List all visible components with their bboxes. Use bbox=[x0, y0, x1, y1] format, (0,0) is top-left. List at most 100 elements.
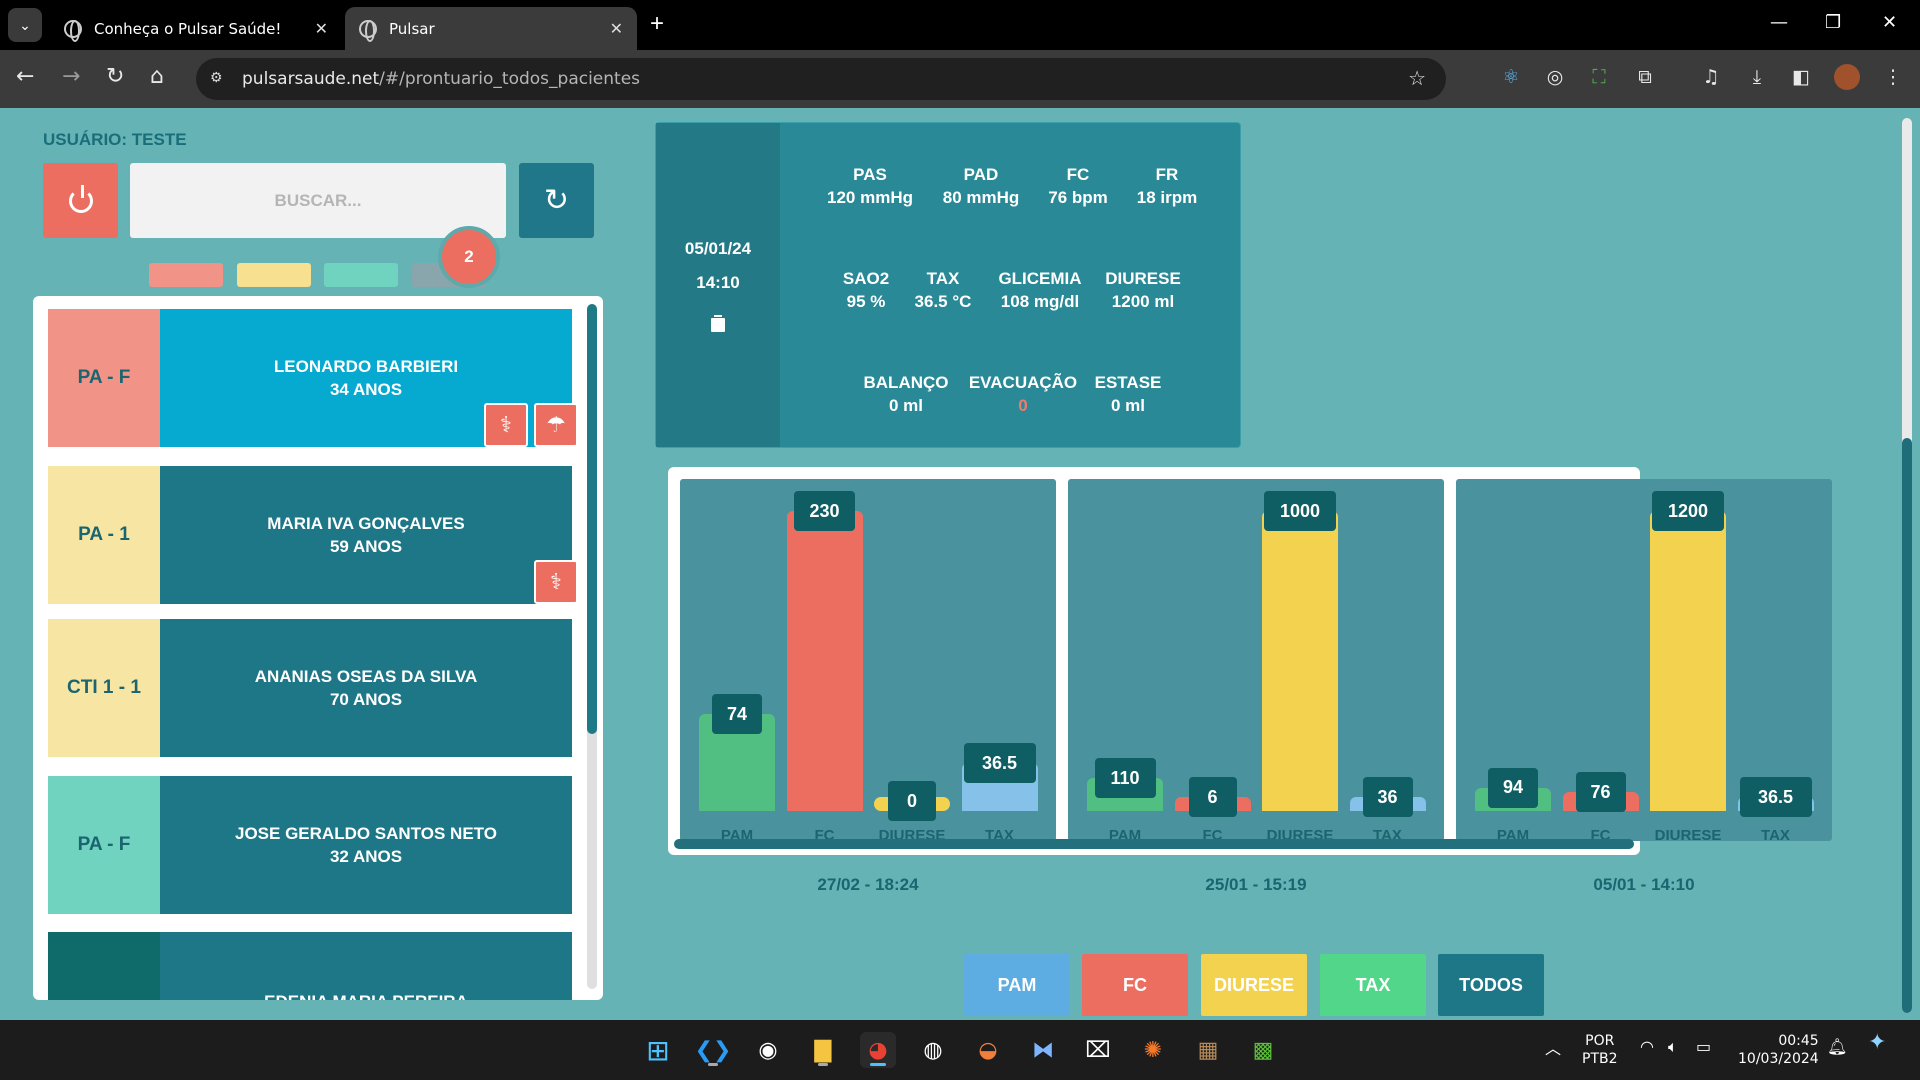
logout-button[interactable] bbox=[43, 163, 118, 238]
capcut-icon[interactable]: ⌧ bbox=[1080, 1032, 1116, 1068]
data-label: 110 bbox=[1094, 758, 1156, 798]
vscode-icon[interactable]: ❮❯ bbox=[695, 1032, 731, 1068]
reload-icon[interactable]: ↻ bbox=[106, 64, 124, 89]
app-icon[interactable]: ◒ bbox=[970, 1032, 1006, 1068]
new-tab-button[interactable]: + bbox=[650, 10, 664, 38]
github-icon[interactable]: ◉ bbox=[750, 1032, 786, 1068]
close-tab-icon[interactable]: ✕ bbox=[610, 19, 623, 38]
wifi-icon[interactable]: ◠ bbox=[1640, 1038, 1654, 1056]
windows-start-icon[interactable]: ⊞ bbox=[640, 1032, 676, 1068]
home-icon[interactable]: ⌂ bbox=[150, 64, 164, 89]
vital-value: 108 mg/dl bbox=[1000, 292, 1080, 311]
bar-fc[interactable] bbox=[786, 511, 863, 811]
download-icon[interactable]: ⤓ bbox=[1744, 64, 1770, 90]
language-indicator[interactable]: POR PTB2 bbox=[1582, 1032, 1618, 1068]
browser-toolbar: ← → ↻ ⌂ ⚙ pulsarsaude.net/#/prontuario_t… bbox=[0, 50, 1920, 108]
close-tab-icon[interactable]: ✕ bbox=[315, 19, 328, 38]
globe-icon bbox=[359, 19, 377, 42]
blender-icon[interactable]: ✺ bbox=[1135, 1032, 1171, 1068]
vital-value: 0 ml bbox=[888, 396, 924, 415]
volume-icon[interactable]: 🔈︎ bbox=[1668, 1038, 1678, 1056]
patient-card[interactable]: PA - 1 MARIA IVA GONÇALVES 59 ANOS ⚕ bbox=[48, 466, 578, 604]
filter-chip[interactable] bbox=[149, 263, 223, 287]
forward-icon[interactable]: → bbox=[62, 64, 80, 89]
browser-menu-icon[interactable]: ⋮ bbox=[1880, 64, 1906, 90]
search-input[interactable] bbox=[130, 163, 506, 238]
file-explorer-icon[interactable]: ▇ bbox=[805, 1032, 841, 1068]
patient-location bbox=[48, 932, 160, 1000]
browser-tab-1[interactable]: Conheça o Pulsar Saúde! ✕ bbox=[50, 7, 342, 50]
screenshot-extension-icon[interactable]: ⛶ bbox=[1586, 64, 1612, 90]
filter-button-fc[interactable]: FC bbox=[1082, 954, 1188, 1016]
filter-button-pam[interactable]: PAM bbox=[964, 954, 1070, 1016]
data-label: 94 bbox=[1488, 767, 1538, 808]
site-info-icon[interactable]: ⚙ bbox=[210, 69, 230, 89]
patient-name: ANANIAS OSEAS DA SILVA bbox=[254, 667, 478, 686]
bookmark-star-icon[interactable]: ☆ bbox=[1408, 66, 1426, 91]
hand-wash-icon[interactable]: ☂ bbox=[534, 403, 578, 447]
filter-button-todos[interactable]: TODOS bbox=[1438, 954, 1544, 1016]
creeper-icon[interactable]: ▩ bbox=[1245, 1032, 1281, 1068]
media-control-icon[interactable]: ♫ bbox=[1698, 64, 1724, 90]
chart-panel: 110 PAM 6 FC 1000 DIURESE 36 TAX 25/01 - 15:19 bbox=[1068, 479, 1444, 894]
patient-info: ANANIAS OSEAS DA SILVA 70 ANOS bbox=[160, 619, 572, 757]
obs-icon[interactable]: ◍ bbox=[915, 1032, 951, 1068]
react-devtools-icon[interactable]: ⚛ bbox=[1498, 64, 1524, 90]
side-panel-icon[interactable]: ◧ bbox=[1788, 64, 1814, 90]
chart-panel: 74 PAM 230 FC 0 DIURESE 36.5 TAX 27/02 - 18:24 bbox=[680, 479, 1056, 894]
page-scrollbar[interactable] bbox=[1902, 118, 1912, 1013]
minecraft-launcher-icon[interactable]: ▦ bbox=[1190, 1032, 1226, 1068]
stethoscope-icon[interactable]: ⚕ bbox=[484, 403, 528, 447]
charts-scrollbar[interactable] bbox=[674, 839, 1634, 849]
x-tick-label: DIURESE bbox=[1654, 827, 1722, 844]
notification-bell-icon[interactable]: 🔔︎ bbox=[1827, 1038, 1847, 1056]
restore-icon[interactable]: ❐ bbox=[1825, 12, 1841, 33]
patient-card[interactable]: EDENIA MARIA PEREIRA bbox=[48, 932, 572, 1000]
vital-label: PAS bbox=[853, 165, 887, 184]
chart-date-label: 25/01 - 15:19 bbox=[1205, 875, 1307, 894]
patient-name: JOSE GERALDO SANTOS NETO bbox=[235, 824, 497, 843]
clock[interactable]: 00:45 10/03/2024 bbox=[1738, 1032, 1819, 1068]
vital-sign: FR 18 irpm bbox=[1137, 163, 1197, 209]
tab-search-button[interactable]: ⌄ bbox=[8, 8, 42, 42]
notification-badge[interactable]: 2 bbox=[438, 226, 500, 288]
visual-studio-icon[interactable]: ⧓ bbox=[1025, 1032, 1061, 1068]
chrome-icon[interactable]: ◕ bbox=[860, 1032, 896, 1068]
extensions-puzzle-icon[interactable]: ⧉ bbox=[1632, 64, 1658, 90]
vital-sign: DIURESE 1200 ml bbox=[1105, 267, 1181, 313]
filter-chip[interactable] bbox=[237, 263, 311, 287]
vital-value: 1200 ml bbox=[1111, 292, 1175, 311]
tray-overflow-icon[interactable]: ︿ bbox=[1545, 1040, 1561, 1058]
browser-tab-2[interactable]: Pulsar ✕ bbox=[345, 7, 637, 50]
trash-icon[interactable] bbox=[711, 314, 725, 332]
vital-value: 76 bpm bbox=[1048, 188, 1108, 207]
refresh-button[interactable]: ↻ bbox=[519, 163, 594, 238]
target-extension-icon[interactable]: ◎ bbox=[1542, 64, 1568, 90]
patient-list-scrollbar[interactable] bbox=[587, 304, 597, 989]
vital-label: GLICEMIA bbox=[998, 269, 1082, 288]
browser-tab-strip: ⌄ Conheça o Pulsar Saúde! ✕ Pulsar ✕ + —… bbox=[0, 0, 1920, 50]
vital-label: FR bbox=[1155, 165, 1179, 184]
data-label: 1000 bbox=[1264, 491, 1336, 531]
patient-card[interactable]: PA - F JOSE GERALDO SANTOS NETO 32 ANOS bbox=[48, 776, 572, 914]
profile-avatar[interactable] bbox=[1834, 64, 1860, 90]
vitals-date: 05/01/24 bbox=[684, 238, 752, 258]
refresh-icon: ↻ bbox=[543, 183, 570, 218]
data-label: 0 bbox=[888, 781, 936, 821]
patient-card[interactable]: PA - F LEONARDO BARBIERI 34 ANOS ⚕ ☂ bbox=[48, 309, 578, 447]
filter-chip[interactable] bbox=[324, 263, 398, 287]
bar-diurese[interactable] bbox=[1650, 511, 1726, 811]
patient-card[interactable]: CTI 1 - 1 ANANIAS OSEAS DA SILVA 70 ANOS bbox=[48, 619, 572, 757]
back-icon[interactable]: ← bbox=[16, 64, 34, 89]
filter-button-diurese[interactable]: DIURESE bbox=[1201, 954, 1307, 1016]
stethoscope-icon[interactable]: ⚕ bbox=[534, 560, 578, 604]
filter-button-tax[interactable]: TAX bbox=[1320, 954, 1426, 1016]
vital-value: 80 mmHg bbox=[942, 188, 1020, 207]
bar-diurese[interactable] bbox=[1262, 511, 1338, 811]
copilot-icon[interactable]: ✦ bbox=[1868, 1032, 1886, 1054]
close-window-icon[interactable]: ✕ bbox=[1882, 12, 1897, 33]
address-bar[interactable]: ⚙ pulsarsaude.net/#/prontuario_todos_pac… bbox=[196, 58, 1446, 100]
minimize-icon[interactable]: — bbox=[1770, 12, 1788, 33]
battery-icon[interactable]: ▭ bbox=[1696, 1038, 1711, 1056]
vital-sign: PAS 120 mmHg bbox=[827, 163, 913, 209]
